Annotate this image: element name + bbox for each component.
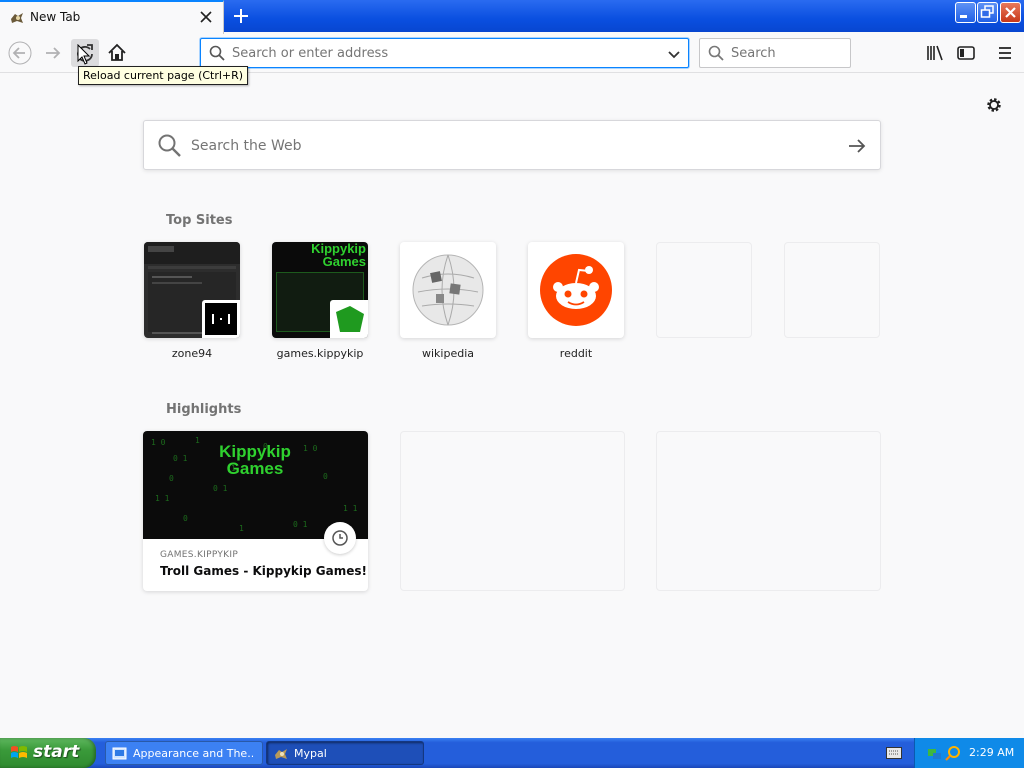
new-tab-button[interactable] <box>228 4 254 28</box>
top-site-reddit[interactable]: reddit <box>528 242 624 360</box>
address-bar[interactable] <box>200 38 689 68</box>
restore-button[interactable] <box>977 2 998 23</box>
search-icon <box>209 45 225 61</box>
gear-icon[interactable] <box>984 95 1004 115</box>
web-search-box[interactable] <box>143 120 881 170</box>
arrow-right-icon[interactable] <box>844 133 870 159</box>
taskbar-item-mypal[interactable]: Mypal <box>266 741 424 765</box>
close-tab-icon[interactable] <box>197 8 215 26</box>
clock-icon <box>332 530 348 546</box>
windows-taskbar: start Appearance and The... Mypal 2:29 A… <box>0 738 1024 768</box>
task-label: Mypal <box>294 747 327 760</box>
svg-text:0: 0 <box>323 472 328 481</box>
search-input[interactable] <box>731 44 841 62</box>
forward-button[interactable] <box>39 39 67 67</box>
back-button[interactable] <box>6 39 34 67</box>
site-label: games.kippykip <box>276 347 364 360</box>
mypal-favicon-icon <box>11 13 23 23</box>
empty-thumbnail <box>656 242 752 338</box>
top-site-games-kippykip[interactable]: Kippykip Games games.kippykip <box>272 242 368 360</box>
web-search-input[interactable] <box>191 136 831 156</box>
start-button[interactable]: start <box>0 738 96 768</box>
search-icon <box>158 134 181 157</box>
title-bar: New Tab <box>0 0 1024 34</box>
zone94-favicon-icon <box>205 303 237 335</box>
minimize-button[interactable] <box>955 2 976 23</box>
site-favicon <box>330 300 368 338</box>
highlight-image-text: Kippykip Games <box>219 442 291 478</box>
taskbar-item-appearance[interactable]: Appearance and The... <box>105 741 263 765</box>
close-window-button[interactable] <box>1000 2 1021 23</box>
close-icon <box>1005 7 1016 18</box>
top-site-wikipedia[interactable]: wikipedia <box>400 242 496 360</box>
svg-text:1: 1 <box>239 524 244 533</box>
wikipedia-globe-icon <box>412 254 484 326</box>
mypal-favicon-icon <box>275 749 287 759</box>
site-thumbnail: Kippykip Games <box>272 242 368 338</box>
top-site-empty <box>656 242 752 338</box>
reload-tooltip: Reload current page (Ctrl+R) <box>78 66 249 85</box>
tray-clock: 2:29 AM <box>969 746 1015 759</box>
mouse-cursor-icon <box>77 44 91 65</box>
site-thumbnail <box>528 242 624 338</box>
site-label: wikipedia <box>421 347 474 360</box>
svg-text:1 0: 1 0 <box>151 438 166 447</box>
control-panel-icon <box>112 747 127 760</box>
highlight-title: Troll Games - Kippykip Games! <box>160 564 367 578</box>
kippykip-thumb-text: Kippykip Games <box>311 242 366 269</box>
site-thumbnail <box>400 242 496 338</box>
site-label: reddit <box>559 347 593 360</box>
kippykip-favicon-icon <box>336 306 364 332</box>
windows-logo-icon <box>11 746 27 758</box>
home-button[interactable] <box>103 39 131 67</box>
library-button[interactable] <box>921 39 949 67</box>
restore-icon <box>980 5 994 18</box>
reddit-logo-icon <box>540 254 612 326</box>
sidebar-toggle-button[interactable] <box>952 39 980 67</box>
site-label: zone94 <box>171 347 213 360</box>
svg-text:0: 0 <box>183 514 188 523</box>
svg-text:1 1: 1 1 <box>155 494 170 503</box>
svg-text:0 1: 0 1 <box>293 520 308 529</box>
history-clock-badge <box>324 522 356 554</box>
svg-text:1: 1 <box>195 436 200 445</box>
site-thumbnail <box>144 242 240 338</box>
top-site-zone94[interactable]: zone94 <box>144 242 240 360</box>
svg-text:1 1: 1 1 <box>343 504 358 513</box>
top-sites-heading: Top Sites <box>166 213 233 228</box>
highlight-card[interactable]: 1 00 11 0 11 10 1 001 1 0 110 001 Kippyk… <box>143 431 368 591</box>
svg-text:0 1: 0 1 <box>173 454 188 463</box>
svg-text:0: 0 <box>169 474 174 483</box>
system-tray: 2:29 AM <box>914 738 1024 768</box>
start-label: start <box>33 742 80 762</box>
hamburger-menu-icon[interactable] <box>991 39 1019 67</box>
task-label: Appearance and The... <box>133 747 253 760</box>
top-site-empty <box>784 242 880 338</box>
highlight-card-empty <box>656 431 881 591</box>
search-tray-icon[interactable] <box>945 745 961 761</box>
minimize-icon <box>960 15 967 18</box>
svg-text:1 0: 1 0 <box>303 444 318 453</box>
svg-text:0 1: 0 1 <box>213 484 228 493</box>
search-bar[interactable] <box>699 38 851 68</box>
highlight-card-empty <box>400 431 625 591</box>
highlight-context: GAMES.KIPPYKIP <box>160 550 239 560</box>
address-input[interactable] <box>232 44 652 62</box>
site-favicon <box>202 300 240 338</box>
tab-new-tab[interactable]: New Tab <box>0 0 224 34</box>
tab-title: New Tab <box>30 10 81 24</box>
highlights-heading: Highlights <box>166 402 242 417</box>
empty-thumbnail <box>784 242 880 338</box>
keyboard-icon[interactable] <box>886 747 902 759</box>
network-icon[interactable] <box>927 745 943 761</box>
chevron-down-icon[interactable] <box>666 46 682 62</box>
search-icon <box>708 45 724 61</box>
